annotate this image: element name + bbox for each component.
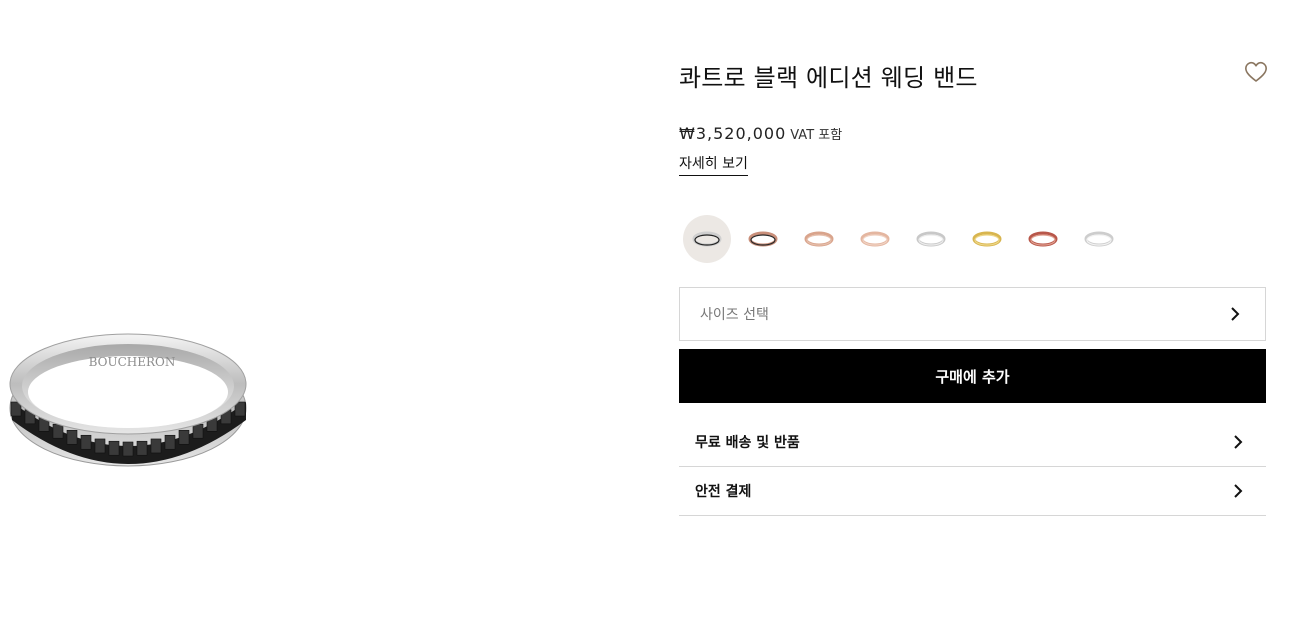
variant-option-white-gold[interactable] [907,215,955,263]
chevron-right-icon [1234,484,1243,498]
size-select[interactable]: 사이즈 선택 [679,287,1266,341]
accordion-label: 무료 배송 및 반품 [695,435,800,451]
chevron-right-icon [1231,307,1240,321]
variant-selector [683,215,1123,263]
wishlist-button[interactable] [1243,60,1269,84]
heart-outline-icon [1245,61,1267,82]
ring-stud [150,438,162,454]
accordion-label: 안전 결제 [695,484,752,500]
ring-stud [80,434,92,450]
ring-stud [178,429,190,445]
vat-note: VAT 포함 [790,128,843,143]
details-link[interactable]: 자세히 보기 [679,153,748,176]
product-image: BOUCHERON [0,320,260,480]
ring-stud [108,440,120,456]
ring-thumbnail [972,231,1002,247]
brand-engraving: BOUCHERON [89,355,176,369]
ring-thumbnail [1028,231,1058,247]
ring-image: BOUCHERON [9,333,247,467]
accordion-shipping-returns[interactable]: 무료 배송 및 반품 [679,418,1266,467]
ring-stud [94,438,106,454]
ring-thumbnail [748,231,778,247]
price: ₩3,520,000 [679,124,787,143]
ring-stud [66,429,78,445]
ring-thumbnail [860,231,890,247]
variant-option-pink-gold-slim[interactable] [851,215,899,263]
accordion-secure-payment[interactable]: 안전 결제 [679,467,1266,516]
ring-stud [122,441,134,457]
ring-stud [52,423,64,439]
variant-option-pink-gold-mini[interactable] [1019,215,1067,263]
variant-option-yellow-gold[interactable] [963,215,1011,263]
size-select-placeholder: 사이즈 선택 [700,307,769,323]
add-to-cart-button[interactable]: 구매에 추가 [679,349,1266,403]
variant-option-pink-gold[interactable] [795,215,843,263]
variant-option-white-gold-diamond[interactable] [1075,215,1123,263]
ring-stud [136,440,148,456]
ring-thumbnail [804,231,834,247]
ring-thumbnail [916,231,946,247]
variant-option-white-gold-black-pvd[interactable] [683,215,731,263]
ring-stud [192,423,204,439]
price-row: ₩3,520,000 VAT 포함 [679,124,842,143]
product-title: 콰트로 블랙 에디션 웨딩 밴드 [679,64,978,92]
ring-thumbnail [1084,231,1114,247]
variant-option-pink-gold-black-pvd[interactable] [739,215,787,263]
chevron-right-icon [1234,435,1243,449]
ring-stud [164,434,176,450]
ring-thumbnail [692,231,722,247]
